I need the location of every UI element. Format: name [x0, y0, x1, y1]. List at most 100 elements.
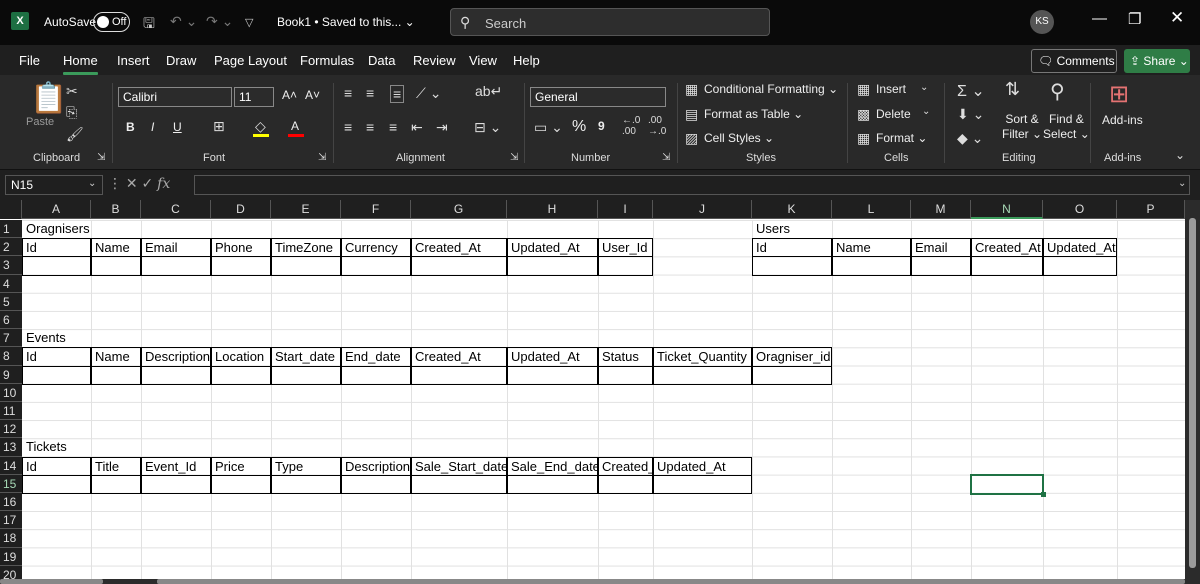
row-header[interactable]: 10 [0, 383, 22, 402]
header-cell[interactable]: Name [832, 238, 911, 258]
insert-function-icon[interactable]: fx [157, 176, 170, 192]
cancel-icon[interactable]: ✕ [126, 175, 138, 191]
header-cell[interactable]: Created_ [598, 456, 653, 476]
column-header[interactable]: C [141, 200, 211, 219]
header-cell[interactable]: Sale_End_date [507, 456, 598, 476]
center-icon[interactable]: ≡ [366, 119, 374, 135]
table-cell[interactable] [411, 365, 507, 385]
row-header[interactable]: 11 [0, 402, 22, 421]
header-cell[interactable]: Updated_At [507, 347, 598, 367]
table-cell[interactable] [22, 365, 91, 385]
column-header[interactable]: O [1043, 200, 1117, 219]
table-cell[interactable] [507, 365, 598, 385]
align-right-icon[interactable]: ≡ [389, 119, 397, 135]
header-cell[interactable]: Currency [341, 238, 411, 258]
table-cell[interactable] [911, 256, 971, 276]
row-header[interactable]: 1 [0, 220, 22, 239]
wrap-text-icon[interactable]: ab↵ [475, 83, 502, 100]
find-select-icon[interactable]: ⚲ [1050, 79, 1065, 104]
header-cell[interactable]: End_date [341, 347, 411, 367]
header-cell[interactable]: Email [141, 238, 211, 258]
column-header[interactable]: H [507, 200, 598, 219]
row-header[interactable]: 16 [0, 493, 22, 512]
name-box-dropdown-icon[interactable]: ⌄ [88, 178, 96, 189]
redo-icon[interactable]: ↷ ⌄ [206, 13, 233, 30]
tab-page-layout[interactable]: Page Layout [214, 53, 287, 68]
font-name-dropdown[interactable]: Calibri [118, 87, 232, 107]
decrease-decimal-icon[interactable]: .00 →.0 [648, 115, 666, 137]
spreadsheet-grid[interactable]: ABCDEFGHIJKLMNOP 1 2 3 4 5 6 7 8 9 10 11 12 13 14 15 16… [0, 200, 1200, 584]
header-cell[interactable]: User_Id [598, 238, 653, 258]
row-header[interactable]: 2 [0, 238, 22, 257]
table-cell[interactable] [22, 474, 91, 494]
comments-button[interactable]: 🗨 Comments [1031, 49, 1117, 73]
insert-dropdown-icon[interactable]: ⌄ [920, 82, 928, 93]
row-header[interactable]: 13 [0, 438, 22, 457]
format-painter-icon[interactable]: 🖌 [66, 126, 84, 143]
fill-color-icon[interactable]: ◇ [255, 118, 266, 135]
increase-font-icon[interactable]: A˄ [282, 88, 297, 102]
table-cell[interactable] [341, 256, 411, 276]
clipboard-launcher-icon[interactable]: ⇲ [97, 152, 105, 163]
header-cell[interactable]: Ticket_Quantity [653, 347, 752, 367]
delete-dropdown-icon[interactable]: ⌄ [922, 106, 930, 117]
tab-formulas[interactable]: Formulas [300, 53, 354, 68]
header-cell[interactable]: Updated_At [507, 238, 598, 258]
header-cell[interactable]: Status [598, 347, 653, 367]
enter-icon[interactable]: ✓ [142, 175, 154, 191]
table-cell[interactable] [653, 365, 752, 385]
table-cell[interactable] [91, 256, 141, 276]
header-cell[interactable]: Id [22, 456, 91, 476]
row-header[interactable]: 17 [0, 511, 22, 530]
font-size-dropdown[interactable]: 11 [234, 87, 274, 107]
share-button[interactable]: ⇪ Share ⌄ [1124, 49, 1190, 73]
format-as-table-button[interactable]: Format as Table ⌄ [704, 107, 803, 121]
italic-button[interactable]: I [151, 120, 154, 134]
table-cell[interactable] [271, 474, 341, 494]
insert-cells-icon[interactable]: ▦ [857, 81, 870, 98]
cut-icon[interactable]: ✂ [66, 83, 78, 100]
format-cells-button[interactable]: Format ⌄ [876, 131, 927, 145]
minimize-icon[interactable]: — [1092, 10, 1107, 27]
header-cell[interactable]: Oragniser_id [752, 347, 832, 367]
row-header[interactable]: 7 [0, 329, 22, 348]
table-title-cell[interactable]: Users [752, 220, 832, 239]
cell-styles-button[interactable]: Cell Styles ⌄ [704, 131, 774, 145]
horizontal-scrollbar[interactable] [0, 579, 1185, 584]
header-cell[interactable]: Updated_At [653, 456, 752, 476]
header-cell[interactable]: Location [211, 347, 271, 367]
bold-button[interactable]: B [126, 120, 135, 134]
table-cell[interactable] [141, 256, 211, 276]
tab-data[interactable]: Data [368, 53, 395, 68]
format-as-table-icon[interactable]: ▤ [685, 106, 698, 123]
font-color-icon[interactable]: A [291, 119, 299, 133]
header-cell[interactable]: Phone [211, 238, 271, 258]
header-cell[interactable]: TimeZone [271, 238, 341, 258]
tab-view[interactable]: View [469, 53, 497, 68]
conditional-formatting-button[interactable]: Conditional Formatting ⌄ [704, 82, 838, 96]
user-avatar[interactable]: KS [1030, 10, 1054, 34]
tab-file[interactable]: File [19, 53, 40, 68]
underline-button[interactable]: U [173, 120, 182, 134]
addins-button[interactable]: Add-ins [1102, 113, 1143, 127]
column-header[interactable]: N [971, 200, 1043, 219]
table-cell[interactable] [211, 365, 271, 385]
table-cell[interactable] [752, 365, 832, 385]
find-select-button[interactable]: Find & Select ⌄ [1043, 112, 1090, 142]
font-launcher-icon[interactable]: ⇲ [318, 152, 326, 163]
clear-icon[interactable]: ◆ ⌄ [957, 130, 983, 147]
table-cell[interactable] [971, 256, 1043, 276]
table-cell[interactable] [1043, 256, 1117, 276]
selected-cell[interactable] [970, 473, 1046, 498]
cell-styles-icon[interactable]: ▨ [685, 130, 698, 147]
table-cell[interactable] [22, 256, 91, 276]
table-cell[interactable] [411, 474, 507, 494]
column-header[interactable]: J [653, 200, 752, 219]
table-title-cell[interactable]: Events [22, 329, 91, 348]
column-header[interactable]: E [271, 200, 341, 219]
table-cell[interactable] [411, 256, 507, 276]
table-cell[interactable] [271, 256, 341, 276]
delete-cells-button[interactable]: Delete [876, 107, 911, 121]
row-header[interactable]: 6 [0, 311, 22, 330]
column-header[interactable]: I [598, 200, 653, 219]
